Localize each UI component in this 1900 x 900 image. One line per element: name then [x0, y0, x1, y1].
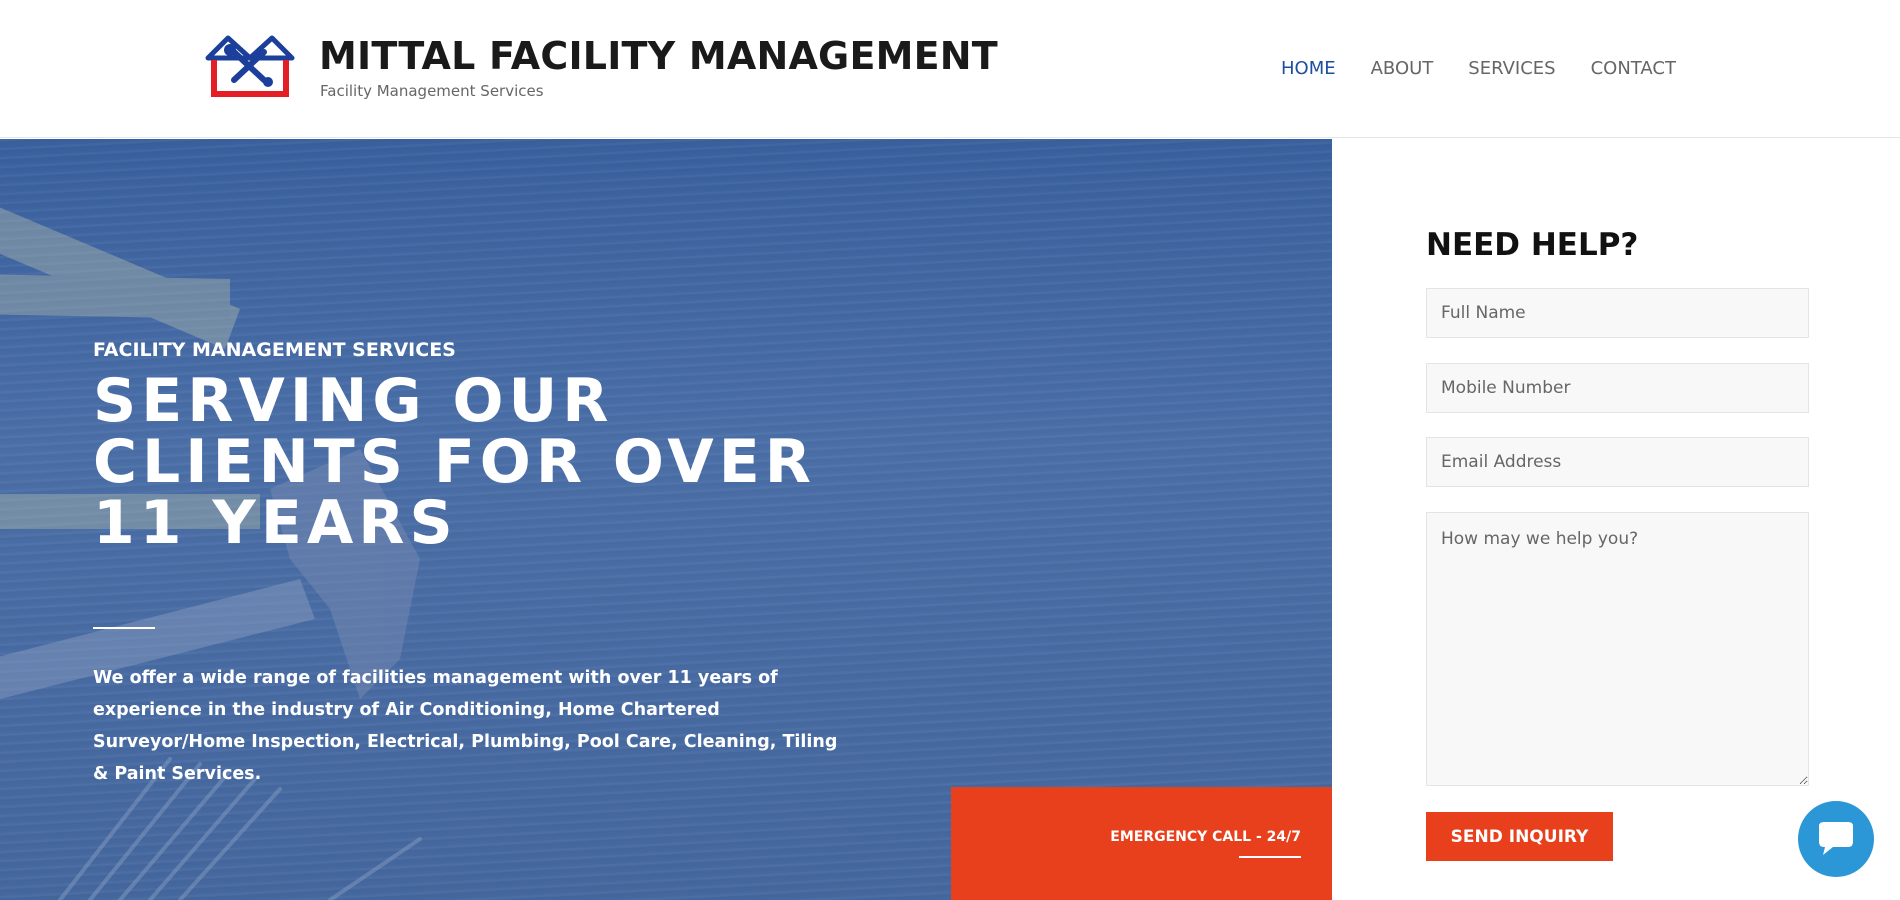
mobile-number-input[interactable] [1426, 363, 1809, 413]
site-header: MITTAL FACILITY MANAGEMENT Facility Mana… [0, 0, 1900, 138]
hero-kicker: FACILITY MANAGEMENT SERVICES [93, 339, 456, 361]
chat-bubble-icon [1819, 822, 1853, 855]
emergency-call-label[interactable]: EMERGENCY CALL - 24/7 [1110, 829, 1301, 845]
brand-title: MITTAL FACILITY MANAGEMENT [319, 34, 998, 78]
hero-divider [93, 627, 155, 629]
nav-contact[interactable]: CONTACT [1591, 58, 1676, 79]
brand-subtitle: Facility Management Services [320, 82, 544, 100]
emergency-call-box[interactable]: EMERGENCY CALL - 24/7 [951, 787, 1332, 900]
hero-section: FACILITY MANAGEMENT SERVICES SERVING OUR… [0, 139, 1332, 900]
email-address-input[interactable] [1426, 437, 1809, 487]
send-inquiry-button[interactable]: SEND INQUIRY [1426, 812, 1613, 861]
hero-description: We offer a wide range of facilities mana… [93, 668, 838, 784]
emergency-underline [1239, 856, 1301, 858]
hero-title-line: SERVING OUR [93, 366, 614, 436]
hero-title-line: CLIENTS FOR OVER [93, 427, 816, 497]
hero-title-line: 11 YEARS [93, 488, 458, 558]
house-tools-logo[interactable] [200, 30, 300, 98]
main-nav: HOME ABOUT SERVICES CONTACT [1281, 58, 1676, 79]
need-help-title: NEED HELP? [1426, 227, 1639, 263]
hero-title: SERVING OUR CLIENTS FOR OVER 11 YEARS [93, 371, 893, 554]
message-textarea[interactable] [1426, 512, 1809, 786]
nav-about[interactable]: ABOUT [1371, 58, 1434, 79]
full-name-input[interactable] [1426, 288, 1809, 338]
chat-button[interactable] [1798, 801, 1874, 877]
nav-services[interactable]: SERVICES [1468, 58, 1555, 79]
nav-home[interactable]: HOME [1281, 58, 1336, 79]
